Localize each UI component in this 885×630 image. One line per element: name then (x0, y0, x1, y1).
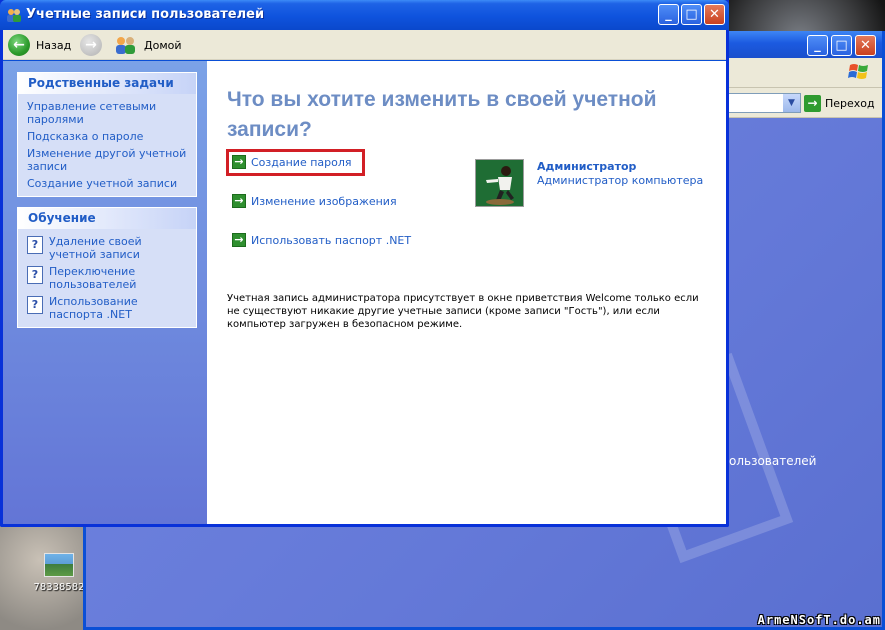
forward-arrow-icon: → (80, 34, 102, 56)
option-change-picture[interactable]: → Изменение изображения (232, 194, 397, 208)
user-accounts-icon (7, 9, 21, 22)
task-password-hint[interactable]: Подсказка о пароле (27, 130, 188, 143)
learning-item-switch-users[interactable]: ? Переключение пользователей (27, 265, 188, 291)
option-create-password[interactable]: → Создание пароля (232, 155, 352, 169)
go-arrow-icon: → (804, 95, 821, 112)
watermark: ArmeNSofT.do.am (757, 613, 881, 627)
learning-item-delete-account[interactable]: ? Удаление своей учетной записи (27, 235, 188, 261)
bg-minimize-button[interactable]: _ (807, 35, 828, 56)
minimize-icon: _ (814, 38, 821, 53)
help-icon: ? (27, 296, 43, 314)
maximize-icon: □ (835, 38, 848, 53)
help-icon: ? (27, 236, 43, 254)
learning-item-label: Использование паспорта .NET (49, 295, 138, 321)
help-icon: ? (27, 266, 43, 284)
windows-logo-icon (848, 64, 868, 79)
page-title: Что вы хотите изменить в своей учетной з… (227, 88, 657, 141)
account-name: Администратор (537, 160, 637, 173)
option-label: Изменение изображения (251, 194, 397, 208)
go-label: Переход (825, 97, 875, 110)
close-icon: ✕ (709, 7, 720, 22)
learning-list: ? Удаление своей учетной записи ? Перекл… (18, 229, 196, 327)
option-label: Создание пароля (251, 155, 352, 169)
go-button[interactable]: → Переход (804, 95, 875, 112)
green-arrow-icon: → (232, 155, 246, 169)
desktop-icon-caption: 78338582 (33, 582, 85, 593)
account-info: Администратор Администратор компьютера (537, 159, 703, 207)
back-button[interactable]: ← Назад (8, 33, 71, 57)
bg-close-button[interactable]: ✕ (855, 35, 876, 56)
home-button[interactable]: Домой (114, 33, 182, 57)
close-button[interactable]: ✕ (704, 4, 725, 25)
green-arrow-icon: → (232, 233, 246, 247)
chevron-down-icon[interactable]: ▼ (783, 94, 800, 112)
option-label: Использовать паспорт .NET (251, 233, 412, 247)
task-pane: Родственные задачи Управление сетевыми п… (3, 61, 207, 524)
admin-note: Учетная запись администратора присутству… (227, 293, 699, 330)
maximize-button[interactable]: □ (681, 4, 702, 25)
home-label: Домой (144, 38, 182, 52)
navigation-toolbar: ← Назад → Домой (3, 30, 726, 60)
account-role: Администратор компьютера (537, 174, 704, 187)
minimize-button[interactable]: _ (658, 4, 679, 25)
learning-panel: Обучение ? Удаление своей учетной записи… (17, 207, 197, 328)
green-arrow-icon: → (232, 194, 246, 208)
learning-item-net-passport[interactable]: ? Использование паспорта .NET (27, 295, 188, 321)
related-tasks-title[interactable]: Родственные задачи (18, 73, 196, 94)
option-use-net-passport[interactable]: → Использовать паспорт .NET (232, 233, 411, 247)
skateboarder-picture (476, 160, 523, 206)
learning-item-label: Переключение пользователей (49, 265, 137, 291)
window-content: Родственные задачи Управление сетевыми п… (3, 61, 726, 524)
home-users-icon (116, 37, 135, 54)
background-partial-text: ользователей (729, 454, 817, 468)
related-tasks-list: Управление сетевыми паролями Подсказка о… (18, 94, 196, 196)
maximize-icon: □ (685, 7, 698, 22)
account-card: Администратор Администратор компьютера (475, 159, 703, 207)
learning-item-label: Удаление своей учетной записи (49, 235, 142, 261)
image-file-icon (44, 553, 74, 577)
task-create-account[interactable]: Создание учетной записи (27, 177, 188, 190)
task-manage-network-passwords[interactable]: Управление сетевыми паролями (27, 100, 188, 126)
bg-maximize-button[interactable]: □ (831, 35, 852, 56)
main-pane: Что вы хотите изменить в своей учетной з… (207, 61, 726, 524)
forward-button[interactable]: → (80, 33, 102, 57)
related-tasks-panel: Родственные задачи Управление сетевыми п… (17, 72, 197, 197)
user-accounts-window[interactable]: Учетные записи пользователей _ □ ✕ ← Наз… (0, 0, 729, 527)
close-icon: ✕ (860, 38, 871, 53)
minimize-icon: _ (665, 7, 672, 22)
desktop-icon-image[interactable]: 78338582 (30, 553, 88, 593)
avatar (475, 159, 524, 207)
task-change-another-account[interactable]: Изменение другой учетной записи (27, 147, 188, 173)
back-arrow-icon: ← (8, 34, 30, 56)
window-title: Учетные записи пользователей (26, 7, 265, 22)
back-label: Назад (36, 38, 72, 52)
learning-title[interactable]: Обучение (18, 208, 196, 229)
window-titlebar[interactable]: Учетные записи пользователей _ □ ✕ (0, 0, 729, 30)
